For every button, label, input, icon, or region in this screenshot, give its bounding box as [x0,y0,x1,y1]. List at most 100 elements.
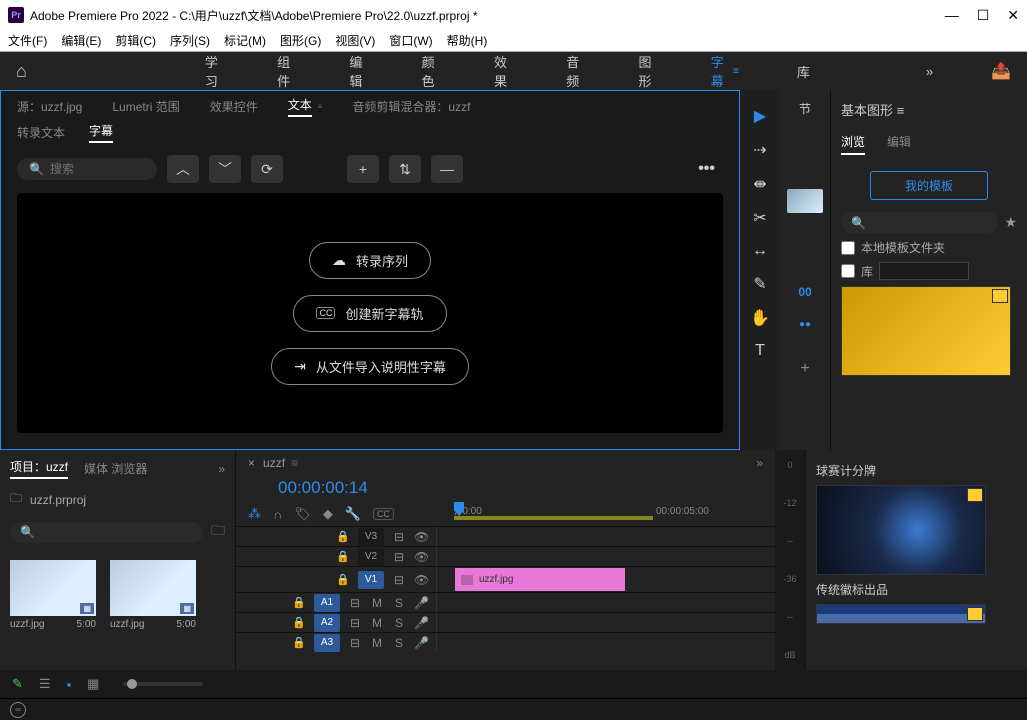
merge-button[interactable]: — [431,155,463,183]
template-thumb-2[interactable] [816,485,986,575]
ws-graphics[interactable]: 图形 [638,52,652,90]
proj-tabs-more[interactable]: » [218,462,225,476]
menu-clip[interactable]: 剪辑(C) [115,32,156,49]
tab-source[interactable]: 源：uzzf.jpg [17,98,82,115]
lock-icon[interactable]: 🔒 [336,573,350,586]
menu-help[interactable]: 帮助(H) [447,32,488,49]
eye-icon[interactable]: 👁 [414,550,428,564]
sequence-name[interactable]: uzzf [263,456,285,470]
tab-lumetri[interactable]: Lumetri 范围 [112,98,179,115]
ws-color[interactable]: 颜色 [422,52,436,90]
local-folder-checkbox[interactable] [841,241,855,255]
nav-down-button[interactable]: ﹀ [209,155,241,183]
pen-tool[interactable]: ✎ [753,274,766,294]
library-select[interactable] [879,262,969,280]
project-search-input[interactable] [35,525,193,540]
lock-icon[interactable]: 🔒 [336,530,350,543]
preview-markers[interactable]: ●● [799,319,811,330]
track-a2[interactable]: A2 [314,614,340,632]
close-button[interactable]: ✕ [1007,7,1019,24]
clip-thumb-1[interactable]: ▦ uzzf.jpg 5:00 [10,560,96,630]
toggle-output[interactable]: ⊟ [392,530,406,544]
ws-effects[interactable]: 效果 [494,52,508,90]
nav-up-button[interactable]: ︿ [167,155,199,183]
sequence-tab-close[interactable]: × [248,456,255,470]
maximize-button[interactable]: ☐ [977,7,990,24]
my-templates-button[interactable]: 我的模板 [870,171,988,200]
more-options[interactable]: ••• [698,160,715,178]
timeline-more[interactable]: » [756,456,763,470]
type-tool[interactable]: T [755,342,765,360]
pen-tool-icon[interactable]: ✎ [12,676,23,692]
template-thumb-3[interactable] [816,604,986,624]
snap-icon[interactable]: ⁂ [248,506,261,522]
lock-icon[interactable]: 🔒 [292,596,306,609]
split-button[interactable]: ⇅ [389,155,421,183]
ess-search-input[interactable] [872,215,988,230]
search-input[interactable] [50,162,140,176]
creative-cloud-icon[interactable]: ∞ [10,702,26,718]
home-icon[interactable]: ⌂ [16,61,27,82]
toggle-output[interactable]: ⊟ [348,636,362,650]
menu-view[interactable]: 视图(V) [335,32,375,49]
toggle-output[interactable]: ⊟ [348,596,362,610]
minimize-button[interactable]: — [945,7,959,24]
lock-icon[interactable]: 🔒 [292,636,306,649]
ws-editing[interactable]: 编辑 [349,52,363,90]
menu-window[interactable]: 窗口(W) [389,32,432,49]
menu-graphics[interactable]: 图形(G) [280,32,321,49]
zoom-slider[interactable] [123,682,203,686]
toggle-output[interactable]: ⊟ [348,616,362,630]
lock-icon[interactable]: 🔒 [292,616,306,629]
ess-tab-browse[interactable]: 浏览 [841,133,865,155]
tab-project[interactable]: 项目：uzzf [10,458,68,479]
export-icon[interactable]: 📤 [991,61,1011,81]
lock-icon[interactable]: 🔒 [336,550,350,563]
solo-button[interactable]: S [392,616,406,630]
subtab-transcribe[interactable]: 转录文本 [17,124,65,141]
mic-icon[interactable]: 🎤 [414,596,428,610]
cc-toggle-icon[interactable]: CC [373,508,394,520]
icon-view-icon[interactable]: ▪ [67,677,72,692]
mute-button[interactable]: M [370,636,384,650]
hand-tool[interactable]: ✋ [750,308,770,328]
add-marker-button[interactable]: + [800,360,809,378]
template-thumb-1[interactable] [841,286,1011,376]
eye-icon[interactable]: 👁 [414,530,428,544]
subtab-captions[interactable]: 字幕 [89,122,113,143]
ws-more[interactable]: » [926,64,933,79]
track-v3[interactable]: V3 [358,528,384,546]
tab-effect-controls[interactable]: 效果控件 [210,98,258,115]
track-a3[interactable]: A3 [314,634,340,652]
tab-audio-mixer[interactable]: 音频剪辑混合器：uzzf [352,98,470,115]
preview-thumbnail[interactable] [787,189,823,213]
ripple-tool[interactable]: ⇼ [753,174,766,194]
track-a1[interactable]: A1 [314,594,340,612]
menu-edit[interactable]: 编辑(E) [61,32,101,49]
link-icon[interactable]: ∩ [273,507,282,522]
toggle-output[interactable]: ⊟ [392,550,406,564]
menu-markers[interactable]: 标记(M) [224,32,266,49]
new-bin-icon[interactable]: 🗀 [211,520,225,544]
tab-text[interactable]: 文本 [288,96,312,117]
freeform-view-icon[interactable]: ▦ [87,676,99,692]
track-v2[interactable]: V2 [358,548,384,566]
timeline-clip[interactable]: uzzf.jpg [455,568,625,591]
mute-button[interactable]: M [370,596,384,610]
solo-button[interactable]: S [392,596,406,610]
tab-media-browser[interactable]: 媒体 浏览器 [84,460,147,477]
in-out-range[interactable] [454,516,653,520]
search-box[interactable]: 🔍 [17,158,157,180]
import-captions-button[interactable]: ⇥ 从文件导入说明性字幕 [271,348,469,385]
razor-tool[interactable]: ✂ [753,208,766,228]
ws-assembly[interactable]: 组件 [277,52,291,90]
solo-button[interactable]: S [392,636,406,650]
mic-icon[interactable]: 🎤 [414,636,428,650]
ess-tab-edit[interactable]: 编辑 [887,133,911,155]
timeline-timecode[interactable]: 00:00:00:14 [278,478,368,498]
mic-icon[interactable]: 🎤 [414,616,428,630]
menu-file[interactable]: 文件(F) [8,32,47,49]
ws-captions[interactable]: 字幕 [711,52,725,90]
ws-audio[interactable]: 音频 [566,52,580,90]
selection-tool[interactable]: ▶ [754,106,766,126]
